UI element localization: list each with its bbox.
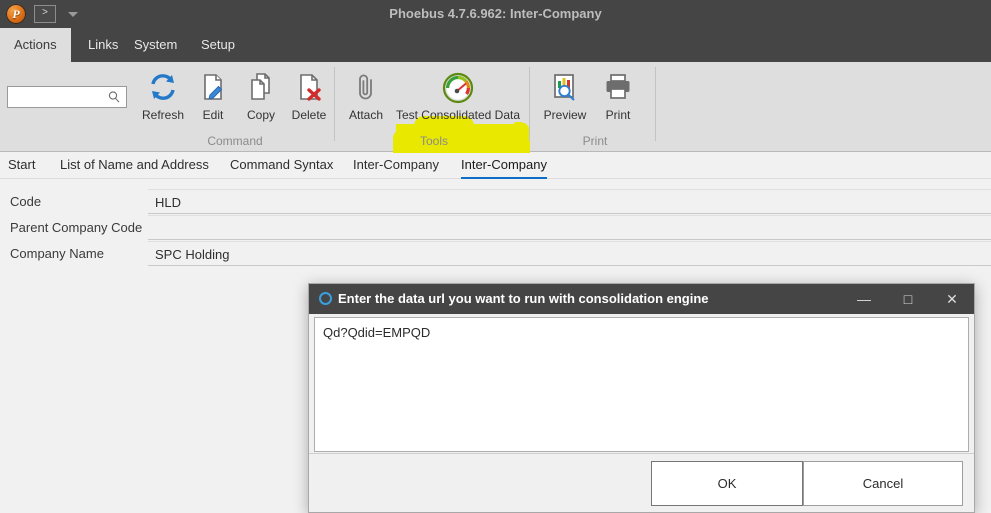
paperclip-icon <box>340 68 392 108</box>
ribbon-group-tools-label: Tools <box>419 134 448 148</box>
cancel-button[interactable]: Cancel <box>803 461 963 506</box>
menu-item-actions[interactable]: Actions <box>0 28 71 62</box>
ribbon-group-print-label: Print <box>582 134 608 148</box>
form-row-code: Code HLD <box>0 189 991 215</box>
doctab-command-syntax[interactable]: Command Syntax <box>230 153 333 179</box>
dialog-footer: OK Cancel <box>309 453 974 512</box>
preview-label: Preview <box>543 108 587 122</box>
doctab-inter-company-1[interactable]: Inter-Company <box>353 153 439 179</box>
form-row-company-name: Company Name SPC Holding <box>0 241 991 267</box>
ribbon-group-command: Refresh Edit Copy Delete Command <box>135 64 335 150</box>
copy-icon <box>235 68 287 108</box>
application-window: P > Phoebus 4.7.6.962: Inter-Company Act… <box>0 0 991 513</box>
dialog-title: Enter the data url you want to run with … <box>338 291 709 306</box>
edit-pencil-icon <box>187 68 239 108</box>
inter-company-form: Code HLD Parent Company Code Company Nam… <box>0 179 991 299</box>
document-tab-bar: Start List of Name and Address Command S… <box>0 153 991 179</box>
company-name-label: Company Name <box>10 246 104 261</box>
form-row-parent-company-code: Parent Company Code <box>0 215 991 241</box>
attach-button[interactable]: Attach <box>340 68 392 132</box>
group-separator <box>655 67 656 141</box>
group-separator <box>334 67 335 141</box>
ribbon-group-print: Preview Print Print <box>534 64 656 150</box>
code-field[interactable]: HLD <box>148 189 991 214</box>
dialog-minimize-button[interactable]: — <box>842 284 886 314</box>
gauge-icon <box>388 68 528 108</box>
edit-button[interactable]: Edit <box>187 68 239 132</box>
ribbon-group-command-label: Command <box>207 134 263 148</box>
printer-icon <box>592 68 644 108</box>
preview-button[interactable]: Preview <box>539 68 591 132</box>
menu-item-setup[interactable]: Setup <box>187 28 249 62</box>
group-separator <box>529 67 530 141</box>
refresh-label: Refresh <box>141 108 185 122</box>
doctab-list-of-name-and-address[interactable]: List of Name and Address <box>60 153 209 179</box>
search-input[interactable] <box>7 86 127 108</box>
code-label: Code <box>10 194 42 209</box>
dialog-title-bar: Enter the data url you want to run with … <box>309 284 974 314</box>
delete-button[interactable]: Delete <box>283 68 335 132</box>
dialog-close-button[interactable]: ✕ <box>930 284 974 314</box>
ribbon-group-tools: Attach Test Consolidated Data Tools <box>338 64 530 150</box>
refresh-button[interactable]: Refresh <box>137 68 189 132</box>
dialog-body: Qd?Qdid=EMPQD <box>309 314 974 455</box>
copy-label: Copy <box>246 108 275 122</box>
parent-company-code-label: Parent Company Code <box>10 220 143 235</box>
copy-button[interactable]: Copy <box>235 68 287 132</box>
circle-info-icon <box>319 292 332 305</box>
doctab-start[interactable]: Start <box>8 153 35 179</box>
company-name-field[interactable]: SPC Holding <box>148 241 991 266</box>
print-button[interactable]: Print <box>592 68 644 132</box>
window-title: Phoebus 4.7.6.962: Inter-Company <box>389 6 602 21</box>
delete-label: Delete <box>291 108 327 122</box>
search-icon <box>107 90 121 104</box>
refresh-icon <box>137 68 189 108</box>
print-label: Print <box>605 108 631 122</box>
edit-label: Edit <box>202 108 224 122</box>
test-consolidated-data-label: Test Consolidated Data <box>395 108 521 122</box>
doctab-inter-company-2[interactable]: Inter-Company <box>461 153 547 179</box>
delete-icon <box>283 68 335 108</box>
print-preview-icon <box>539 68 591 108</box>
attach-label: Attach <box>348 108 384 122</box>
ribbon-toolbar: Refresh Edit Copy Delete Command Attach … <box>0 62 991 208</box>
data-url-input[interactable]: Qd?Qdid=EMPQD <box>314 317 969 452</box>
menu-bar: Actions Links System Setup <box>0 28 991 62</box>
menu-item-system[interactable]: System <box>120 28 191 62</box>
title-bar: P > Phoebus 4.7.6.962: Inter-Company <box>0 0 991 28</box>
ok-button[interactable]: OK <box>651 461 803 506</box>
dialog-maximize-button[interactable]: □ <box>886 284 930 314</box>
data-url-dialog: Enter the data url you want to run with … <box>308 283 975 513</box>
parent-company-code-field[interactable] <box>148 215 991 240</box>
test-consolidated-data-button[interactable]: Test Consolidated Data <box>388 68 528 132</box>
